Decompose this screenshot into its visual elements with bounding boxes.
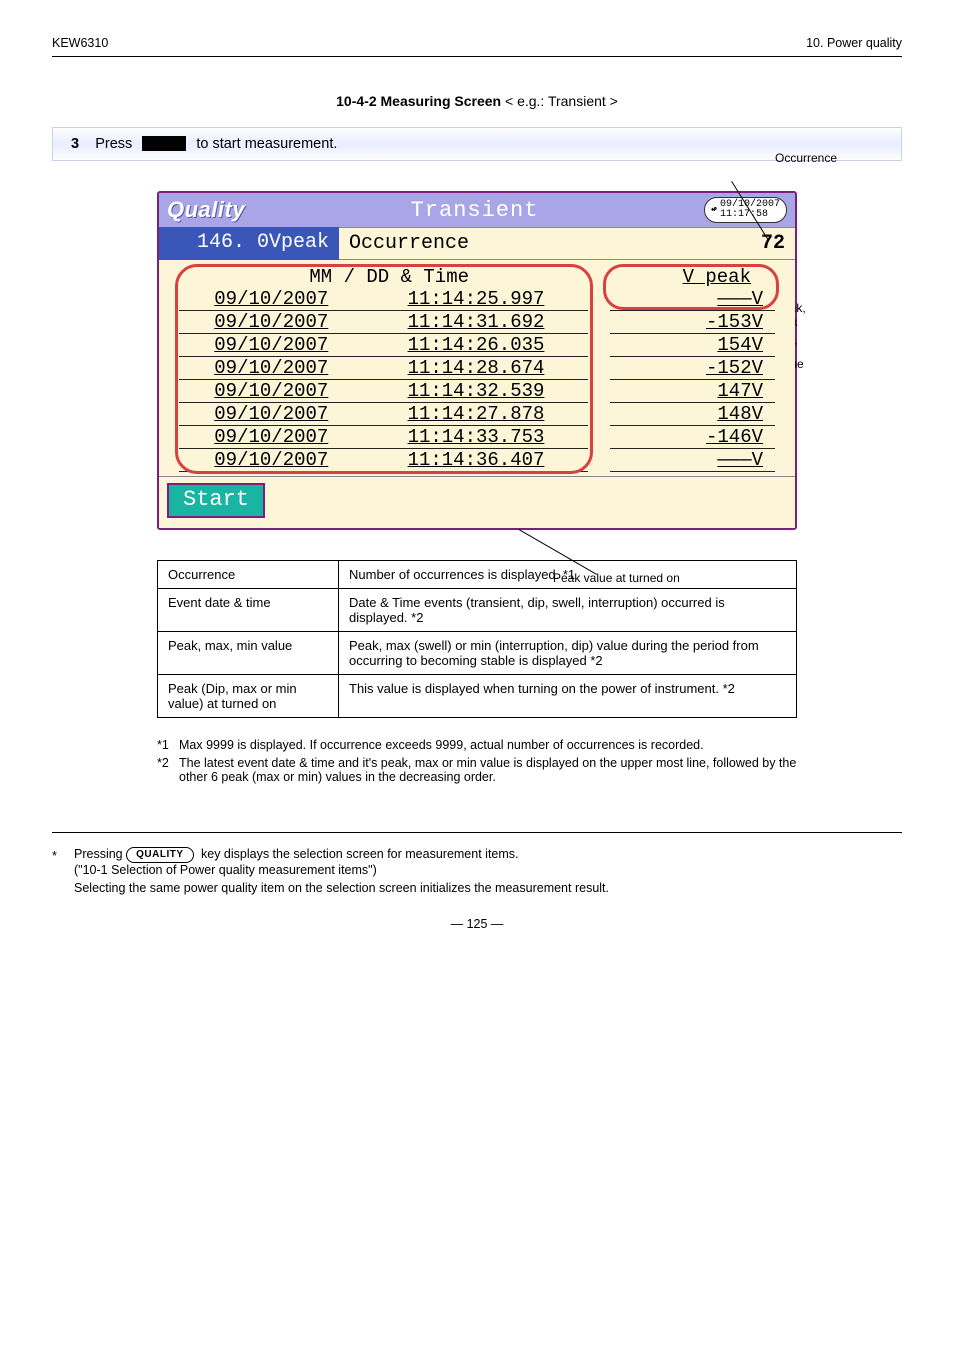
table-row: 09/10/200711:14:36.407———V [179, 449, 775, 472]
table-row: 09/10/200711:14:33.753-146V [179, 426, 775, 449]
cell-date: 09/10/2007 [179, 334, 364, 357]
cell-time: 11:14:26.035 [364, 334, 600, 357]
col-date-time: MM / DD & Time [179, 266, 599, 288]
quality-logo: Quality [167, 197, 245, 223]
cell-date: 09/10/2007 [179, 288, 364, 311]
def-row: Event date & timeDate & Time events (tra… [158, 589, 797, 632]
callout-turned-on: Peak value at turned on [553, 571, 680, 585]
step-number: 3 [71, 136, 79, 152]
footnote-star: * [52, 849, 74, 863]
clock-time: 11:17:58 [720, 210, 780, 220]
event-table-head: MM / DD & Time V peak [179, 266, 775, 288]
footnote-key: *1 [157, 738, 179, 752]
start-button-placeholder [142, 136, 186, 151]
step-press-label: Press [95, 136, 132, 152]
footnotes: *1 Max 9999 is displayed. If occurrence … [157, 738, 797, 784]
def-val: This value is displayed when turning on … [339, 675, 797, 718]
occurrence-label: Occurrence [339, 227, 655, 260]
page-number: ― 125 ― [52, 917, 902, 931]
cell-time: 11:14:33.753 [364, 426, 600, 449]
peak-value: 146. 0Vpeak [159, 227, 339, 260]
col-vpeak: V peak [599, 266, 775, 288]
foot-pressing: Pressing [74, 847, 123, 861]
cell-value: -152V [599, 357, 775, 380]
def-val: Peak, max (swell) or min (interruption, … [339, 632, 797, 675]
cell-time: 11:14:27.878 [364, 403, 600, 426]
def-row: Peak, max, min valuePeak, max (swell) or… [158, 632, 797, 675]
screen-title: Transient [245, 198, 704, 223]
footnote-row: *1 Max 9999 is displayed. If occurrence … [157, 738, 797, 752]
cell-value: 147V [599, 380, 775, 403]
def-key: Peak (Dip, max or min value) at turned o… [158, 675, 339, 718]
table-row: 09/10/200711:14:31.692-153V [179, 311, 775, 334]
def-key: Event date & time [158, 589, 339, 632]
device-screen: Quality Transient ↫ 09/10/2007 11:17:58 … [157, 191, 797, 530]
event-table: MM / DD & Time V peak 09/10/200711:14:25… [179, 266, 775, 472]
cell-date: 09/10/2007 [179, 403, 364, 426]
cell-value: 148V [599, 403, 775, 426]
footnote-key: *2 [157, 756, 179, 784]
cell-date: 09/10/2007 [179, 449, 364, 472]
start-button[interactable]: Start [167, 483, 265, 518]
page-footnote: * Pressing QUALITY key displays the sele… [52, 847, 902, 877]
cell-date: 09/10/2007 [179, 311, 364, 334]
cell-date: 09/10/2007 [179, 426, 364, 449]
running-head-left: KEW6310 [52, 36, 108, 50]
cell-value: ———V [599, 288, 775, 311]
cell-value: 154V [599, 334, 775, 357]
footnote-text: Max 9999 is displayed. If occurrence exc… [179, 738, 704, 752]
summary-row: 146. 0Vpeak Occurrence 72 [159, 227, 795, 260]
footnote-row: *2 The latest event date & time and it's… [157, 756, 797, 784]
table-row: 09/10/200711:14:26.035154V [179, 334, 775, 357]
def-row: OccurrenceNumber of occurrences is displ… [158, 561, 797, 589]
cell-value: -153V [599, 311, 775, 334]
table-row: 09/10/200711:14:25.997———V [179, 288, 775, 311]
def-key: Peak, max, min value [158, 632, 339, 675]
def-row: Peak (Dip, max or min value) at turned o… [158, 675, 797, 718]
foot-mid2: ("10-1 Selection of Power quality measur… [74, 863, 377, 877]
table-row: 09/10/200711:14:32.539147V [179, 380, 775, 403]
device-title-bar: Quality Transient ↫ 09/10/2007 11:17:58 [159, 193, 795, 227]
foot-line3: Selecting the same power quality item on… [74, 881, 902, 895]
definition-table: OccurrenceNumber of occurrences is displ… [157, 560, 797, 718]
cell-value: ———V [599, 449, 775, 472]
def-key: Occurrence [158, 561, 339, 589]
occurrence-count: 72 [655, 227, 795, 260]
cell-time: 11:14:31.692 [364, 311, 600, 334]
cell-time: 11:14:28.674 [364, 357, 600, 380]
callout-occurrence: Occurrence [775, 151, 837, 165]
figure-caption: 10-4-2 Measuring Screen < e.g.: Transien… [52, 93, 902, 109]
plug-icon: ↫ [711, 204, 717, 216]
clock-widget: ↫ 09/10/2007 11:17:58 [704, 197, 787, 223]
caption-example: < e.g.: Transient > [505, 93, 618, 109]
caption-main: 10-4-2 Measuring Screen [336, 93, 501, 109]
cell-time: 11:14:25.997 [364, 288, 600, 311]
cell-date: 09/10/2007 [179, 380, 364, 403]
step-after-label: to start measurement. [196, 136, 337, 152]
header-rule [52, 56, 902, 57]
cell-time: 11:14:36.407 [364, 449, 600, 472]
cell-value: -146V [599, 426, 775, 449]
running-head-right: 10. Power quality [806, 36, 902, 50]
table-row: 09/10/200711:14:28.674-152V [179, 357, 775, 380]
cell-date: 09/10/2007 [179, 357, 364, 380]
table-row: 09/10/200711:14:27.878148V [179, 403, 775, 426]
footnote-text: The latest event date & time and it's pe… [179, 756, 797, 784]
foot-mid1: key displays the selection screen for me… [201, 847, 519, 861]
def-val: Date & Time events (transient, dip, swel… [339, 589, 797, 632]
footer-rule [52, 832, 902, 833]
cell-time: 11:14:32.539 [364, 380, 600, 403]
quality-key-icon: QUALITY [126, 847, 193, 863]
